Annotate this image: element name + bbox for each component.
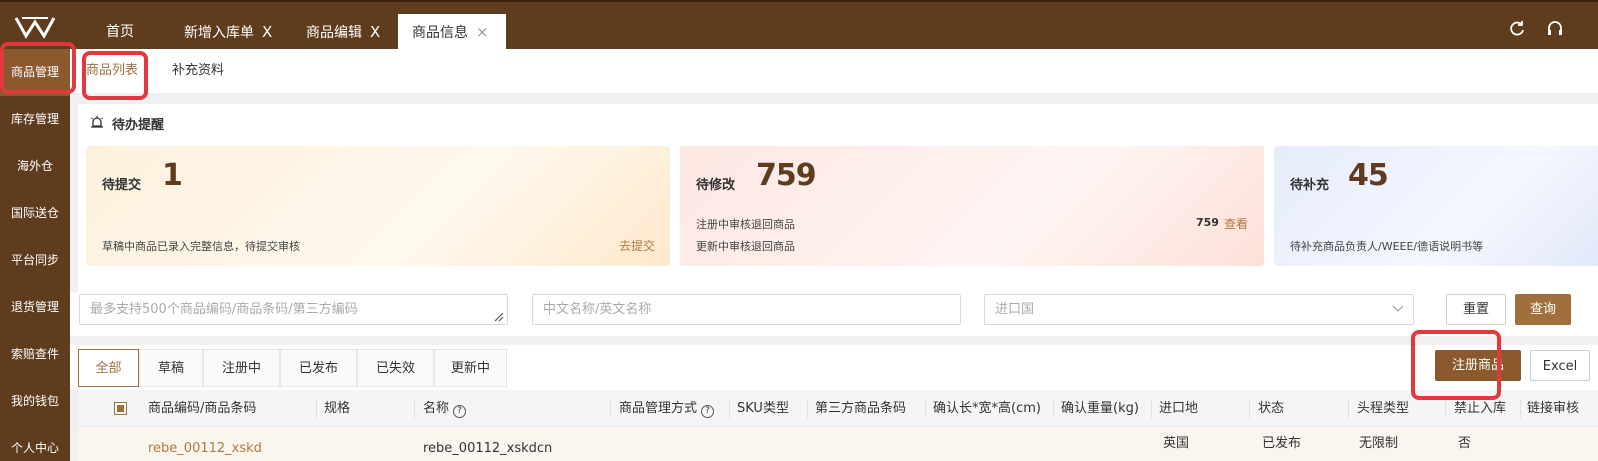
card-count: 759 [756,158,817,193]
sidebar-item-claims[interactable]: 索赔查件 [0,331,70,378]
todo-card-submit: 待提交 1 草稿中商品已录入完整信息，待提交审核 去提交 [86,146,670,266]
col-first-leg-type: 头程类型 [1357,401,1410,416]
sidebar-item-international[interactable]: 国际送仓 [0,190,70,237]
table-header: 商品编码/商品条码 规格 名称? 商品管理方式? SKU类型 第三方商品条码 确… [78,390,1598,427]
row-forbid: 否 [1458,436,1472,451]
col-manage-mode: 商品管理方式? [619,390,715,427]
resize-handle-icon[interactable] [494,312,504,322]
sidebar-item-wallet[interactable]: 我的钱包 [0,378,70,425]
help-icon[interactable]: ? [701,405,715,418]
col-sku-type: SKU类型 [737,401,789,416]
col-name: 名称? [423,390,467,427]
tab-product-edit[interactable]: 商品编辑 X [292,14,394,51]
status-tab-all[interactable]: 全部 [78,349,139,387]
top-bar: 首页 新增入库单 X 商品编辑 X 商品信息 × [0,0,1598,51]
card-desc: 更新中审核退回商品 [696,240,795,253]
card-desc: 待补充商品负责人/WEEE/德语说明书等 [1290,240,1484,253]
card-count: 45 [1348,158,1389,193]
chevron-down-icon [1392,305,1404,312]
sidebar-item-returns[interactable]: 退货管理 [0,284,70,331]
view-link[interactable]: 查看 [1224,215,1248,232]
codes-input[interactable]: 最多支持500个商品编码/商品条码/第三方编码 [79,294,508,325]
card-count: 1 [162,158,183,193]
col-dimensions: 确认长*宽*高(cm) [933,401,1041,416]
reset-button[interactable]: 重置 [1446,294,1506,325]
status-tab-published[interactable]: 已发布 [280,349,357,387]
refresh-icon[interactable] [1508,20,1526,38]
sidebar: 商品管理 库存管理 海外仓 国际送仓 平台同步 退货管理 索赔查件 我的钱包 个… [0,49,70,461]
status-tabs: 全部 草稿 注册中 已发布 已失效 更新中 注册商品 Excel [70,345,1598,390]
main-content: 商品列表 补充资料 待办提醒 待提交 1 草稿中商品已录入完整信息，待提交审核 … [70,49,1598,461]
card-desc: 草稿中商品已录入完整信息，待提交审核 [102,240,300,253]
sidebar-item-overseas[interactable]: 海外仓 [0,143,70,190]
sidebar-item-profile[interactable]: 个人中心 [0,425,70,461]
row-name: rebe_00112_xskdcn [423,441,553,456]
logo-icon [14,17,56,39]
tab-new-inbound-label: 新增入库单 [184,25,254,41]
row-status: 已发布 [1262,436,1302,451]
go-submit-link[interactable]: 去提交 [619,237,655,254]
row-code-link[interactable]: rebe_00112_xskd [148,441,262,456]
col-link-review: 链接审核 [1527,401,1580,416]
name-input[interactable]: 中文名称/英文名称 [532,294,961,325]
status-tab-draft[interactable]: 草稿 [139,349,203,387]
highlight-subtab-list [82,51,148,100]
col-status: 状态 [1258,401,1285,416]
select-all-checkbox[interactable] [114,402,127,415]
status-tab-registering[interactable]: 注册中 [203,349,280,387]
headset-icon[interactable] [1546,20,1564,38]
highlight-sidebar-product [0,42,76,94]
country-select[interactable]: 进口国 [984,294,1414,325]
tab-home[interactable]: 首页 [92,14,148,51]
status-tab-updating[interactable]: 更新中 [434,349,507,387]
card-label: 待补充 [1290,178,1330,193]
close-icon[interactable]: × [476,14,489,51]
card-label: 待提交 [102,178,142,193]
tab-product-info-label: 商品信息 [412,25,468,41]
col-import-country: 进口地 [1159,401,1199,416]
sidebar-item-inventory[interactable]: 库存管理 [0,96,70,143]
col-third-party-code: 第三方商品条码 [815,401,907,416]
help-icon[interactable]: ? [453,405,467,418]
close-icon[interactable]: X [370,14,380,51]
card-label: 待修改 [696,178,736,193]
tab-new-inbound[interactable]: 新增入库单 X [170,14,286,51]
col-name-label: 名称 [423,401,450,416]
tab-home-label: 首页 [106,24,134,40]
sidebar-item-platform-sync[interactable]: 平台同步 [0,237,70,284]
table-row[interactable]: rebe_00112_xskd rebe_00112_xskdcn 英国 已发布… [78,427,1598,461]
card-desc: 注册中审核退回商品 [696,218,795,231]
col-code: 商品编码/商品条码 [148,401,257,416]
col-manage-mode-label: 商品管理方式 [619,401,698,416]
tab-product-info[interactable]: 商品信息 × [398,14,506,51]
sub-tabs: 商品列表 补充资料 [70,49,1598,93]
alarm-icon [91,116,103,128]
todo-card-supplement: 待补充 45 待补充商品负责人/WEEE/德语说明书等 [1274,146,1598,266]
card-desc-count: 759 [1196,216,1219,229]
row-first-leg-type: 无限制 [1359,436,1399,451]
excel-button[interactable]: Excel [1530,350,1590,381]
col-weight: 确认重量(kg) [1061,401,1139,416]
status-tab-invalid[interactable]: 已失效 [357,349,434,387]
tab-product-edit-label: 商品编辑 [306,25,362,41]
query-button[interactable]: 查询 [1515,294,1571,325]
col-spec: 规格 [324,401,351,416]
todo-card-modify: 待修改 759 注册中审核退回商品 759 查看 更新中审核退回商品 [680,146,1264,266]
todo-title: 待办提醒 [112,118,165,133]
subtab-supplement[interactable]: 补充资料 [172,49,224,93]
row-country: 英国 [1163,436,1190,451]
filter-bar: 最多支持500个商品编码/商品条码/第三方编码 中文名称/英文名称 进口国 重置… [70,292,1598,336]
close-icon[interactable]: X [262,14,272,51]
highlight-register-button [1411,330,1501,400]
